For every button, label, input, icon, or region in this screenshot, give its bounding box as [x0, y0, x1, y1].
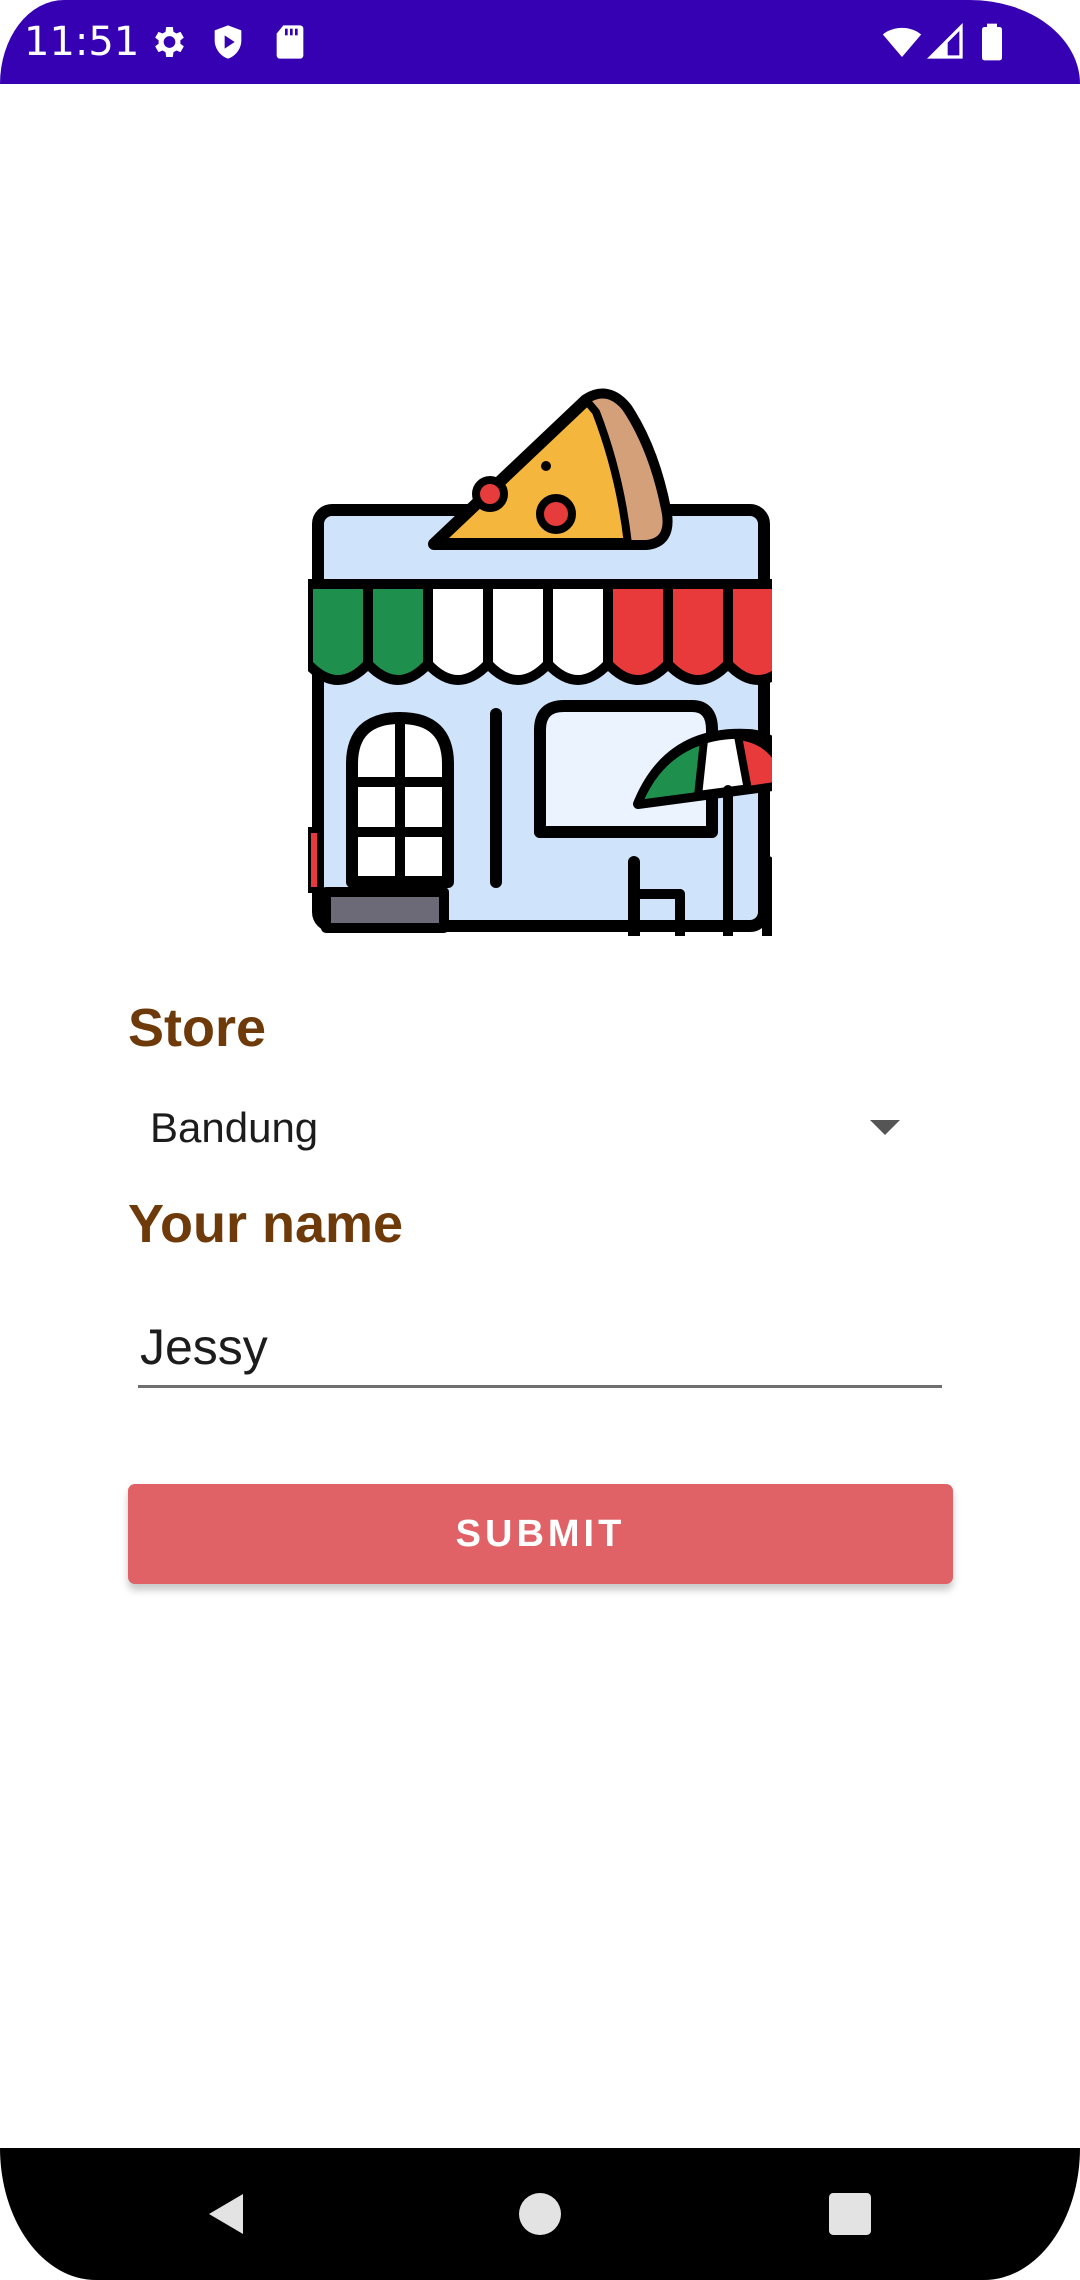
store-spinner[interactable]: Bandung: [128, 1086, 920, 1170]
wifi-icon: [882, 27, 922, 57]
recents-button[interactable]: [760, 2148, 940, 2280]
name-input[interactable]: [138, 1308, 942, 1388]
home-icon: [519, 2193, 561, 2235]
navigation-bar: [0, 2148, 1080, 2280]
dropdown-arrow-icon: [870, 1120, 900, 1135]
sd-card-icon: [276, 25, 304, 59]
home-button[interactable]: [450, 2148, 630, 2280]
back-button[interactable]: [135, 2148, 315, 2280]
pizza-store-icon: [308, 388, 772, 936]
store-label: Store: [128, 998, 267, 1058]
status-time: 11:51: [24, 19, 140, 65]
name-label: Your name: [128, 1194, 404, 1254]
status-bar: 11:51: [0, 0, 1080, 84]
shield-play-icon: [214, 25, 242, 59]
battery-icon: [982, 23, 1002, 61]
recents-icon: [829, 2193, 871, 2235]
store-spinner-value: Bandung: [150, 1104, 319, 1151]
submit-button[interactable]: SUBMIT: [128, 1484, 953, 1584]
back-icon: [209, 2194, 243, 2234]
cell-signal-icon: [926, 22, 963, 59]
gear-icon: [155, 27, 184, 57]
